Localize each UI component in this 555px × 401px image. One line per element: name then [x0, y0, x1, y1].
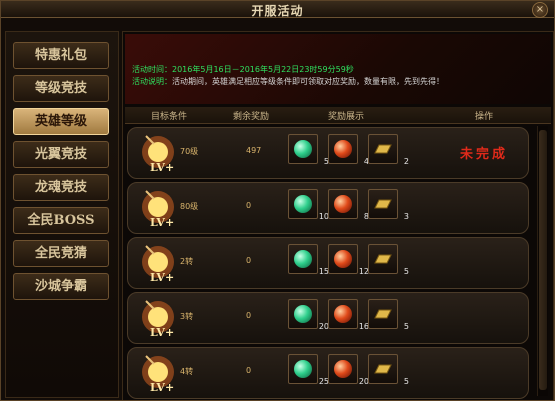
- gold-bar-icon: [374, 364, 392, 374]
- svg-text:LV+: LV+: [150, 271, 174, 284]
- header-action: 操作: [475, 112, 494, 122]
- table-row: LV+ 4转 0 25 20 5: [127, 347, 529, 399]
- level-up-icon: LV+: [142, 190, 174, 229]
- status-label: 未完成: [460, 147, 509, 162]
- red-gem-icon: [334, 140, 352, 158]
- sidebar-item-hero-level[interactable]: 英雄等级: [13, 108, 109, 135]
- reward-count: 3: [403, 212, 409, 221]
- reward-count: 5: [403, 267, 409, 276]
- remaining-count: 0: [246, 256, 252, 265]
- title-bar: 开服活动 ×: [1, 1, 554, 18]
- red-gem-icon: [334, 195, 352, 213]
- green-gem-icon: [294, 360, 312, 378]
- main-panel: 活动时间：2016年5月16日－2016年5月22日23时59分59秒 活动说明…: [122, 31, 554, 400]
- red-gem-icon: [334, 360, 352, 378]
- requirement: 70级: [180, 147, 199, 156]
- svg-text:LV+: LV+: [150, 326, 174, 339]
- desc-value: 活动期间，英雄满足相应等级条件即可领取对应奖励，数量有限，先到先得！: [172, 77, 444, 86]
- reward-slot[interactable]: 20: [288, 299, 329, 331]
- requirement: 2转: [180, 257, 194, 266]
- reward-slot[interactable]: 25: [288, 354, 329, 386]
- sidebar-item-wing[interactable]: 光翼竞技: [13, 141, 109, 168]
- sidebar: 特惠礼包 等级竞技 英雄等级 光翼竞技 龙魂竞技 全民BOSS 全民竞猜 沙城争…: [5, 31, 119, 398]
- requirement: 4转: [180, 367, 194, 376]
- gold-bar-icon: [374, 254, 392, 264]
- level-up-icon: LV+: [142, 300, 174, 339]
- green-gem-icon: [294, 195, 312, 213]
- reward-count: 5: [403, 377, 409, 386]
- svg-text:LV+: LV+: [150, 216, 174, 229]
- gold-bar-icon: [374, 144, 392, 154]
- reward-slot[interactable]: 10: [288, 189, 329, 221]
- sidebar-item-boss[interactable]: 全民BOSS: [13, 207, 109, 234]
- window-title: 开服活动: [251, 4, 304, 18]
- reward-slot[interactable]: 5: [368, 354, 409, 386]
- gold-bar-icon: [374, 309, 392, 319]
- header-target: 目标条件: [151, 112, 188, 122]
- requirement: 3转: [180, 312, 194, 321]
- header-remaining: 剩余奖励: [233, 112, 270, 122]
- gold-bar-icon: [374, 199, 392, 209]
- remaining-count: 0: [246, 366, 252, 375]
- table-row: LV+ 3转 0 20 16 5: [127, 292, 529, 344]
- table-row: LV+ 80级 0 10 8 3: [127, 182, 529, 234]
- sidebar-item-guess[interactable]: 全民竞猜: [13, 240, 109, 267]
- header-rewards: 奖励展示: [328, 112, 365, 122]
- reward-slot[interactable]: 20: [328, 354, 369, 386]
- level-up-icon: LV+: [142, 245, 174, 284]
- red-gem-icon: [334, 250, 352, 268]
- reward-slot[interactable]: 5: [368, 244, 409, 276]
- activity-window: 开服活动 × 特惠礼包 等级竞技 英雄等级 光翼竞技 龙魂竞技 全民BOSS 全…: [0, 0, 555, 401]
- svg-text:LV+: LV+: [150, 381, 174, 394]
- info-banner: 活动时间：2016年5月16日－2016年5月22日23时59分59秒 活动说明…: [125, 34, 551, 104]
- reward-slot[interactable]: 3: [368, 189, 409, 221]
- reward-slot[interactable]: 5: [288, 134, 329, 166]
- green-gem-icon: [294, 250, 312, 268]
- level-up-icon: LV+: [142, 355, 174, 394]
- remaining-count: 0: [246, 201, 252, 210]
- scrollbar[interactable]: [537, 126, 548, 396]
- reward-slot[interactable]: 5: [368, 299, 409, 331]
- requirement: 80级: [180, 202, 199, 211]
- sidebar-item-castle[interactable]: 沙城争霸: [13, 273, 109, 300]
- remaining-count: 0: [246, 311, 252, 320]
- desc-label: 活动说明：: [132, 77, 172, 86]
- reward-slot[interactable]: 16: [328, 299, 369, 331]
- scroll-thumb[interactable]: [539, 130, 547, 390]
- table-row: LV+ 70级 497 5 4 2 未完成: [127, 127, 529, 179]
- red-gem-icon: [334, 305, 352, 323]
- time-label: 活动时间：: [132, 65, 172, 74]
- green-gem-icon: [294, 140, 312, 158]
- reward-count: 5: [403, 322, 409, 331]
- sidebar-item-dragon-soul[interactable]: 龙魂竞技: [13, 174, 109, 201]
- green-gem-icon: [294, 305, 312, 323]
- reward-slot[interactable]: 12: [328, 244, 369, 276]
- level-up-icon: LV+: [142, 135, 174, 174]
- svg-text:LV+: LV+: [150, 161, 174, 174]
- reward-slot[interactable]: 4: [328, 134, 369, 166]
- sidebar-item-tehui[interactable]: 特惠礼包: [13, 42, 109, 69]
- time-value: 2016年5月16日－2016年5月22日23时59分59秒: [172, 65, 354, 74]
- reward-count: 2: [403, 157, 409, 166]
- reward-slot[interactable]: 15: [288, 244, 329, 276]
- close-button[interactable]: ×: [532, 2, 548, 18]
- activity-time: 活动时间：2016年5月16日－2016年5月22日23时59分59秒: [132, 64, 354, 75]
- activity-desc: 活动说明：活动期间，英雄满足相应等级条件即可领取对应奖励，数量有限，先到先得！: [132, 76, 444, 87]
- reward-slot[interactable]: 2: [368, 134, 409, 166]
- table-header: 目标条件 剩余奖励 奖励展示 操作: [125, 107, 551, 124]
- reward-slot[interactable]: 8: [328, 189, 369, 221]
- table-row: LV+ 2转 0 15 12 5: [127, 237, 529, 289]
- sidebar-item-level[interactable]: 等级竞技: [13, 75, 109, 102]
- remaining-count: 497: [246, 146, 262, 155]
